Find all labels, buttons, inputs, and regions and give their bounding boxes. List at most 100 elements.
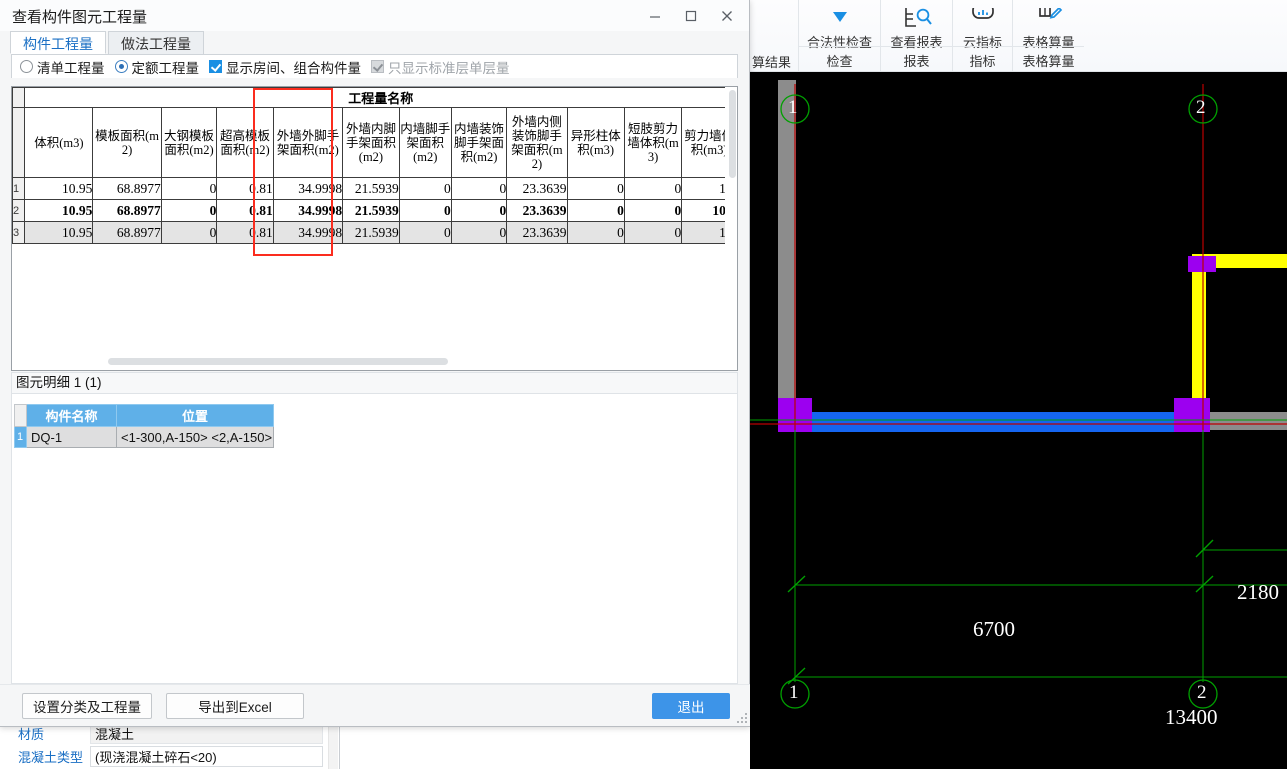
grid-axis-label-bottom-2: 2 (1197, 682, 1207, 703)
table-cell[interactable]: 23.3639 (506, 221, 568, 244)
table-row[interactable]: 1 10.95 68.8977 0 0.81 34.9998 21.5939 0 0 23.363… (12, 177, 737, 200)
table-cell[interactable]: 0 (450, 177, 508, 200)
list-item[interactable]: 1 DQ-1 <1-300,A-150> <2,A-150> (14, 426, 275, 448)
ribbon-group-indicator[interactable]: 云指标 指标 (952, 0, 1012, 72)
table-cell[interactable]: 0 (566, 221, 625, 244)
dimension-label-13400: 13400 (1165, 705, 1218, 729)
dialog-titlebar[interactable]: 查看构件图元工程量 (0, 0, 749, 31)
element-detail-body[interactable]: 构件名称 位置 1 DQ-1 <1-300,A-150> <2,A-150> (11, 394, 738, 684)
table-row-number[interactable]: 2 (12, 199, 26, 222)
quantity-table-column-header[interactable]: 短肢剪力墙体积(m3) (623, 107, 683, 178)
minimize-icon[interactable] (637, 2, 673, 30)
ribbon-group-table-calc[interactable]: 表格算量 表格算量 (1012, 0, 1084, 72)
table-cell[interactable]: 0 (398, 177, 452, 200)
table-cell[interactable]: 0.81 (216, 199, 274, 222)
radio-unchecked-icon (20, 60, 33, 73)
checkbox-checked-icon (209, 60, 222, 73)
quantity-table-column-header[interactable]: 外墙内脚手架面积(m2) (342, 107, 400, 178)
ribbon-group-check[interactable]: 合法性检查 检查 (798, 0, 880, 72)
table-row[interactable]: 2 10.95 68.8977 0 0.81 34.9998 21.5939 0 0 23.363… (12, 199, 737, 222)
quantity-table-column-header[interactable]: 内墙脚手架面积(m2) (398, 107, 452, 178)
quantity-table-column-header[interactable]: 大钢模板面积(m2) (160, 107, 218, 178)
ribbon-button-label: 表格算量 (1022, 35, 1075, 50)
table-cell[interactable]: 0 (450, 199, 508, 222)
detail-table-column-header[interactable]: 构件名称 (26, 404, 117, 427)
table-cell[interactable]: 0 (623, 221, 683, 244)
table-row-number[interactable]: 1 (12, 177, 26, 200)
dialog-tabstrip: 构件工程量 做法工程量 (10, 31, 749, 54)
quantity-table-vscrollbar-thumb[interactable] (729, 90, 736, 178)
ribbon-group-report[interactable]: 查看报表 报表 (880, 0, 952, 72)
table-cell[interactable]: 68.8977 (92, 177, 162, 200)
close-icon[interactable] (709, 2, 745, 30)
property-panel-scrollbar[interactable] (328, 722, 338, 769)
table-cell[interactable]: 0.81 (216, 221, 274, 244)
quantity-table-column-header[interactable]: 外墙外脚手架面积(m2) (272, 107, 344, 178)
tab-component-quantity[interactable]: 构件工程量 (10, 31, 106, 54)
maximize-icon[interactable] (673, 2, 709, 30)
table-cell[interactable]: 23.3639 (506, 199, 568, 222)
checkbox-show-room-combined[interactable]: 显示房间、组合构件量 (209, 57, 361, 77)
table-cell[interactable]: 68.8977 (92, 221, 162, 244)
table-row-number[interactable]: 3 (12, 221, 26, 244)
detail-table-column-header[interactable]: 位置 (115, 404, 275, 427)
table-cell[interactable]: 0 (566, 199, 625, 222)
table-cell[interactable]: 0 (398, 221, 452, 244)
table-cell[interactable]: 23.3639 (506, 177, 568, 200)
table-row[interactable]: 3 10.95 68.8977 0 0.81 34.9998 21.5939 0 0 23.363… (12, 221, 737, 244)
table-cell[interactable]: 21.5939 (342, 177, 400, 200)
checkbox-label: 显示房间、组合构件量 (226, 60, 361, 76)
detail-position[interactable]: <1-300,A-150> <2,A-150> (115, 426, 275, 448)
table-cell[interactable]: 10.95 (24, 221, 94, 244)
table-cell[interactable]: 0.81 (216, 177, 274, 200)
table-cell[interactable]: 0 (160, 199, 218, 222)
table-cell[interactable]: 34.9998 (272, 221, 344, 244)
table-cell[interactable]: 0 (398, 199, 452, 222)
quantity-table-container[interactable]: 工程量名称 体积(m3) 模板面积(m2) 大钢模板面积(m2) 超高模板面积(m2) 外… (11, 86, 738, 371)
detail-row-number[interactable]: 1 (14, 426, 27, 448)
ribbon-button-label: 查看报表 (890, 35, 943, 50)
property-row[interactable]: 混凝土类型 (现浇混凝土碎石<20) (0, 745, 339, 768)
detail-component-name[interactable]: DQ-1 (26, 426, 117, 448)
element-detail-header: 图元明细 1 (1) (11, 372, 738, 394)
export-to-excel-button[interactable]: 导出到Excel (166, 693, 304, 719)
tab-method-quantity[interactable]: 做法工程量 (108, 31, 204, 54)
exit-button[interactable]: 退出 (652, 693, 730, 719)
quantity-table-column-header[interactable]: 外墙内侧装饰脚手架面积(m2) (506, 107, 568, 178)
table-cell[interactable]: 10.95 (24, 199, 94, 222)
quantity-table-column-header[interactable]: 体积(m3) (24, 107, 94, 178)
checkbox-label: 只显示标准层单层量 (388, 60, 510, 76)
cloud-indicator-icon (953, 0, 1012, 30)
quantity-table-column-header[interactable]: 模板面积(m2) (92, 107, 162, 178)
property-value[interactable]: (现浇混凝土碎石<20) (90, 746, 323, 767)
table-cell[interactable]: 0 (566, 177, 625, 200)
table-cell[interactable]: 10.95 (24, 177, 94, 200)
quantity-table-hscrollbar-thumb[interactable] (108, 358, 448, 365)
radio-bill-quantity[interactable]: 清单工程量 (20, 57, 105, 77)
quantity-table-rowno-header (12, 107, 26, 178)
detail-table-corner (14, 404, 27, 427)
table-cell[interactable]: 0 (450, 221, 508, 244)
quantity-table-column-header[interactable]: 异形柱体积(m3) (566, 107, 625, 178)
table-cell[interactable]: 0 (623, 177, 683, 200)
resize-grip-icon[interactable] (737, 713, 748, 724)
radio-quota-quantity[interactable]: 定额工程量 (114, 57, 199, 77)
radio-checked-icon (114, 60, 128, 73)
ribbon-button-label: 云指标 (962, 35, 1002, 50)
table-cell[interactable]: 21.5939 (342, 199, 400, 222)
set-classify-quantity-button[interactable]: 设置分类及工程量 (22, 693, 152, 719)
quantity-table: 工程量名称 体积(m3) 模板面积(m2) 大钢模板面积(m2) 超高模板面积(m2) 外… (12, 87, 737, 244)
quantity-table-column-header[interactable]: 超高模板面积(m2) (216, 107, 274, 178)
table-cell[interactable]: 0 (160, 177, 218, 200)
property-panel: 材质 混凝土 混凝土类型 (现浇混凝土碎石<20) (0, 722, 340, 769)
quantity-table-group-title: 工程量名称 (24, 87, 737, 108)
table-cell[interactable]: 34.9998 (272, 177, 344, 200)
table-cell[interactable]: 0 (623, 199, 683, 222)
cad-drawing-canvas[interactable]: 1 2 1 2 2180 6700 13400 (750, 72, 1287, 769)
table-cell[interactable]: 34.9998 (272, 199, 344, 222)
ribbon-button-label: 合法性检查 (806, 35, 872, 50)
quantity-table-column-header[interactable]: 内墙装饰脚手架面积(m2) (450, 107, 508, 178)
table-cell[interactable]: 68.8977 (92, 199, 162, 222)
table-cell[interactable]: 0 (160, 221, 218, 244)
table-cell[interactable]: 21.5939 (342, 221, 400, 244)
